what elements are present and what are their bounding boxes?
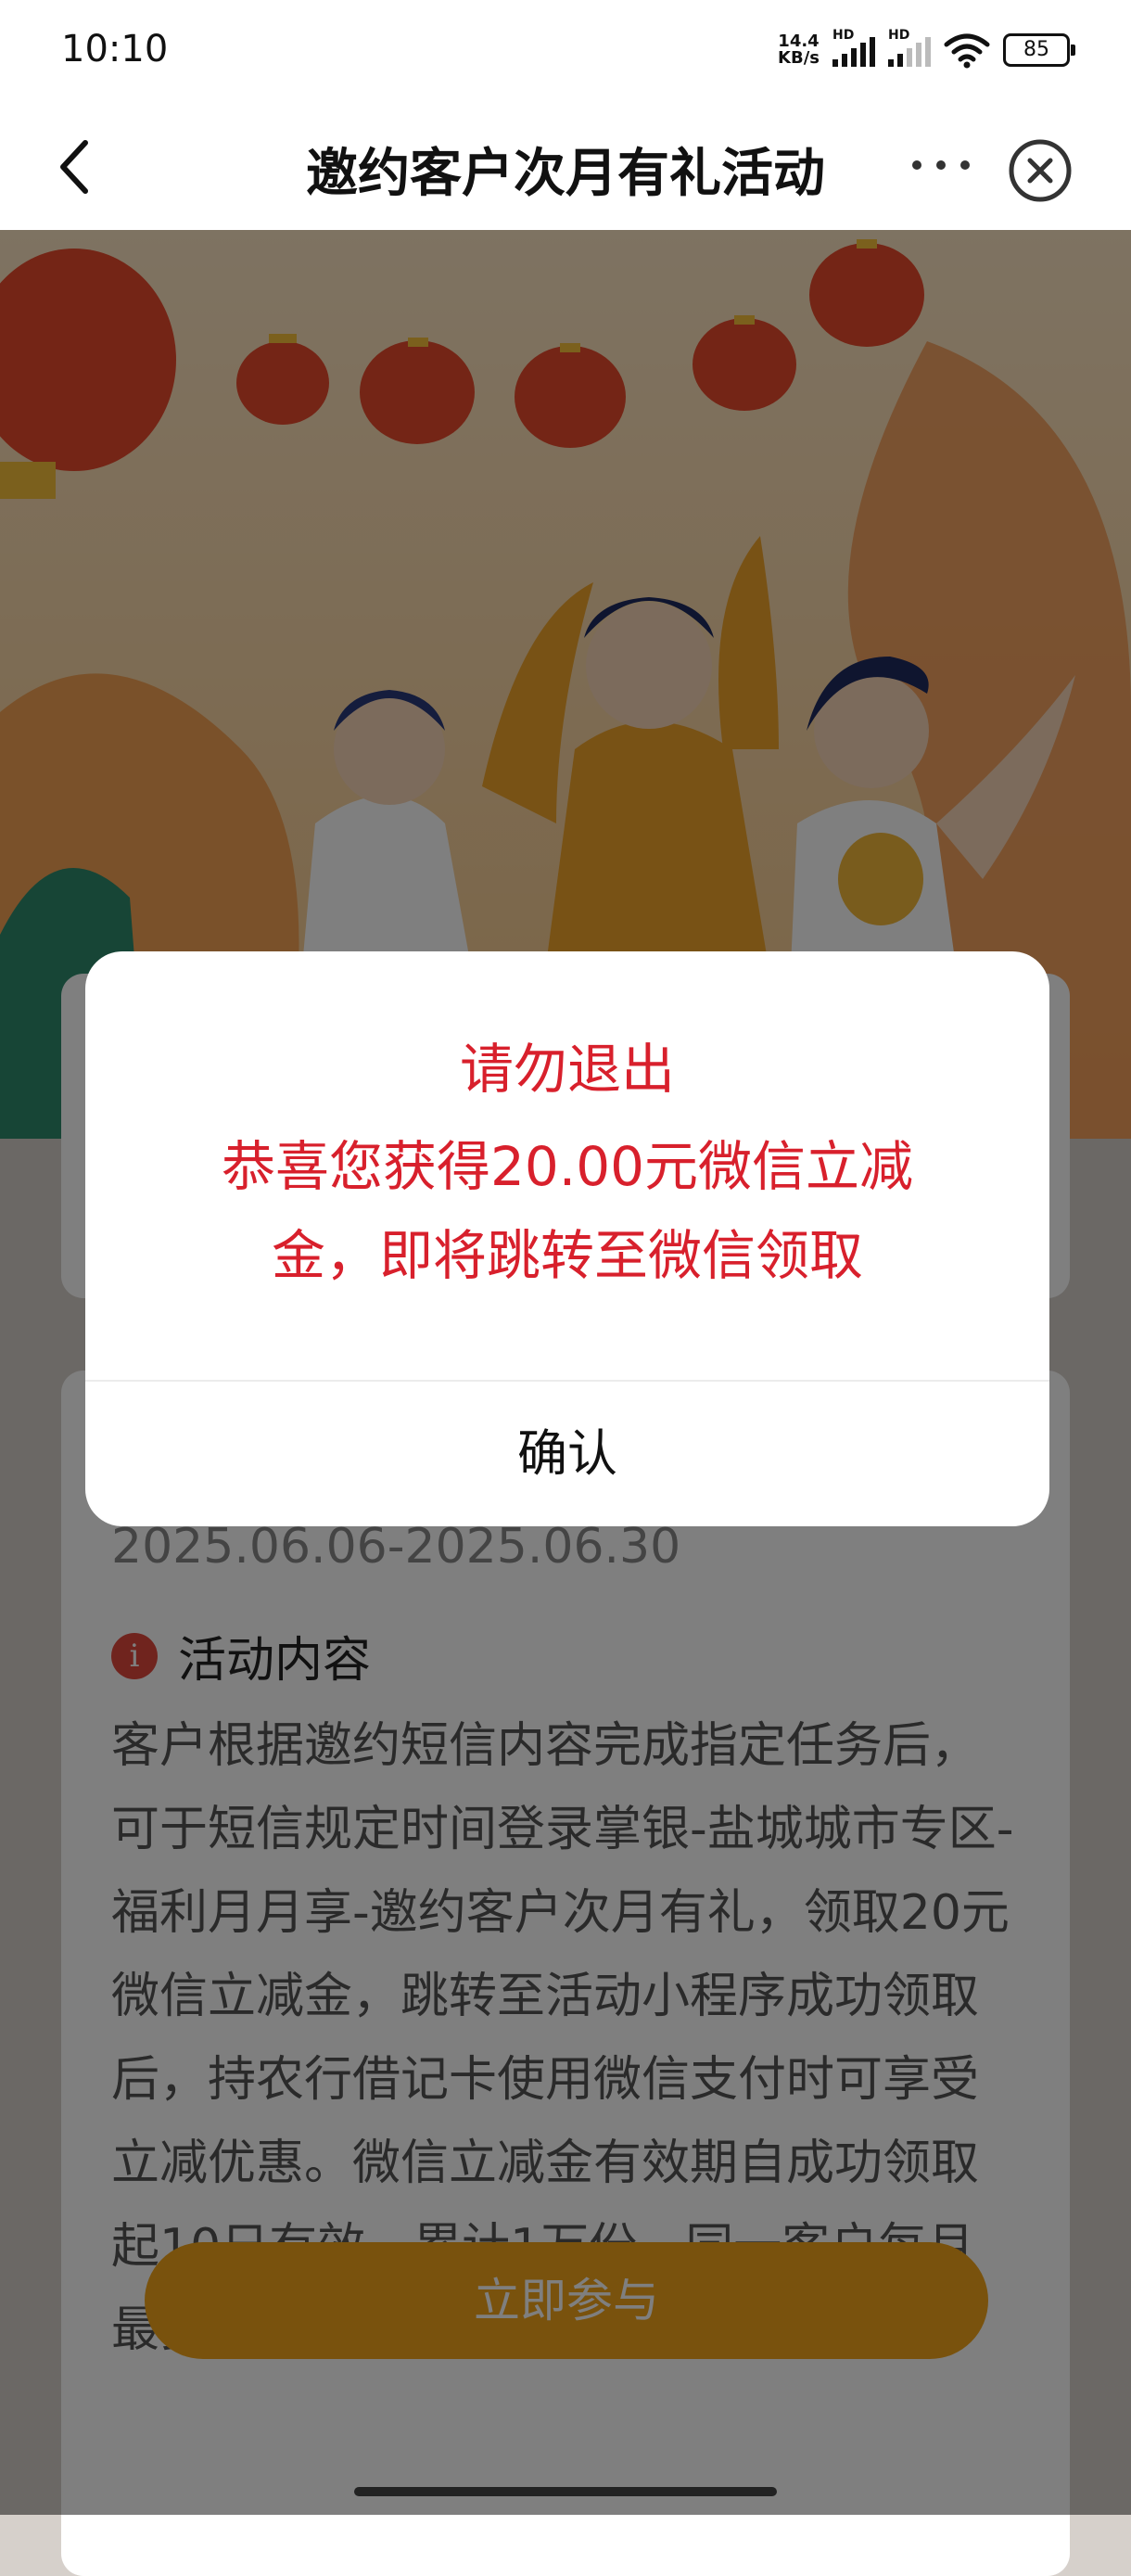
more-button[interactable] (881, 137, 1001, 193)
home-indicator[interactable] (354, 2487, 777, 2496)
dialog-title: 请勿退出 (459, 1038, 675, 1101)
status-time: 10:10 (61, 28, 169, 70)
confirm-button[interactable]: 确认 (85, 1382, 1049, 1526)
more-dots-icon (912, 160, 921, 170)
status-icons: 14.4 KB/s HD HD 85 (778, 28, 1075, 69)
reward-dialog: 请勿退出 恭喜您获得20.00元微信立减金，即将跳转至微信领取 确认 (85, 951, 1049, 1526)
dialog-message: 恭喜您获得20.00元微信立减金，即将跳转至微信领取 (221, 1135, 914, 1287)
battery-icon: 85 (1003, 33, 1075, 67)
signal-sim1-icon: HD (832, 28, 875, 67)
status-bar: 10:10 14.4 KB/s HD HD 85 (0, 0, 1131, 104)
close-circle-icon[interactable] (1007, 137, 1074, 204)
nav-bar: 邀约客户次月有礼活动 (0, 104, 1131, 230)
network-speed: 14.4 KB/s (778, 32, 820, 68)
wifi-icon (944, 33, 990, 69)
signal-sim2-icon: HD (888, 28, 931, 67)
